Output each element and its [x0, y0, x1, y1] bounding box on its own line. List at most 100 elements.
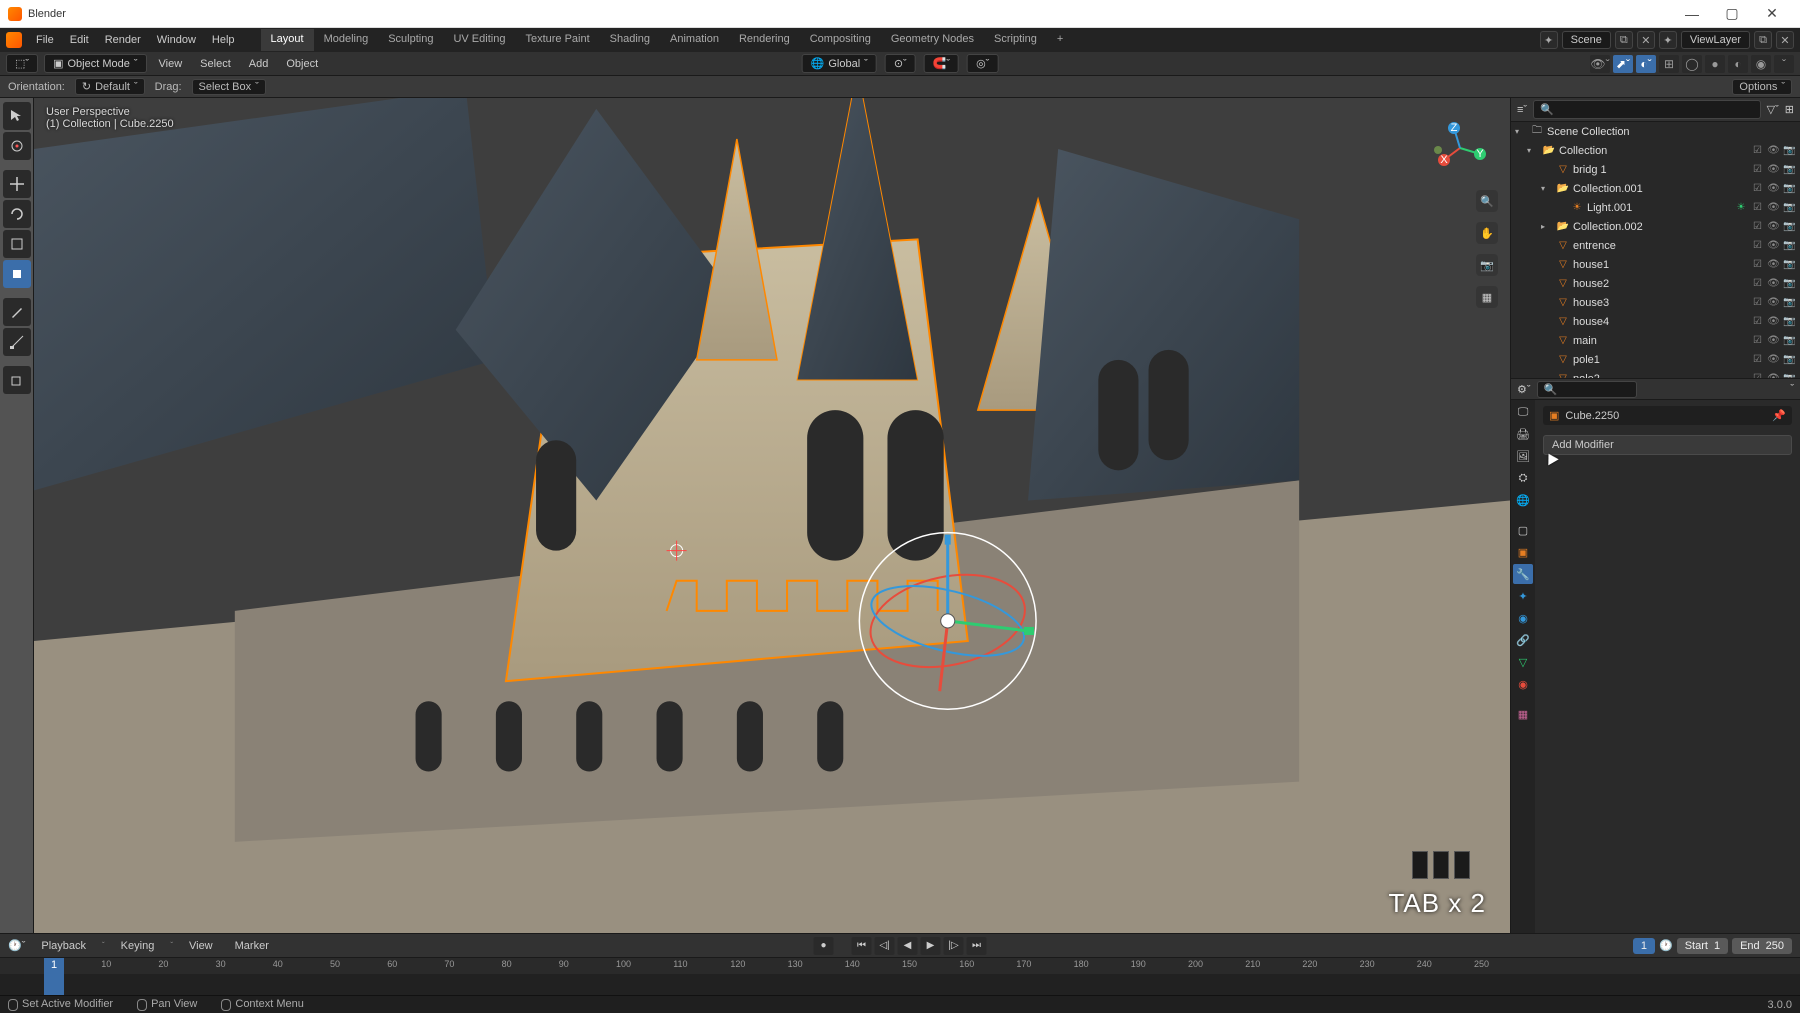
viewlayer-new-button[interactable]: ⧉: [1754, 31, 1772, 49]
move-tool[interactable]: [3, 170, 31, 198]
disable-render-icon[interactable]: 📷: [1783, 315, 1796, 328]
orientation-dropdown[interactable]: ↻ Default ˇ: [75, 78, 145, 95]
hide-viewport-icon[interactable]: 👁: [1767, 163, 1780, 176]
prop-tab-data[interactable]: ▽: [1513, 652, 1533, 672]
disable-render-icon[interactable]: 📷: [1783, 182, 1796, 195]
disable-render-icon[interactable]: 📷: [1783, 296, 1796, 309]
outliner-row[interactable]: ▾📂Collection.001☑👁📷: [1511, 179, 1800, 198]
ws-tab-compositing[interactable]: Compositing: [800, 29, 881, 51]
menu-object[interactable]: Object: [280, 56, 324, 72]
exclude-checkbox[interactable]: ☑: [1751, 277, 1764, 290]
shading-wireframe[interactable]: ◯: [1682, 55, 1702, 73]
gizmo-toggle[interactable]: ⬈ˇ: [1613, 55, 1633, 73]
select-box-tool[interactable]: [3, 102, 31, 130]
hide-viewport-icon[interactable]: 👁: [1767, 182, 1780, 195]
app-icon[interactable]: [6, 32, 22, 48]
properties-options-icon[interactable]: ˇ: [1790, 383, 1794, 395]
play-reverse-button[interactable]: ◀: [898, 937, 918, 955]
prop-tab-scene[interactable]: ⛭: [1513, 468, 1533, 488]
cursor-tool[interactable]: [3, 132, 31, 160]
disable-render-icon[interactable]: 📷: [1783, 239, 1796, 252]
outliner-search-input[interactable]: [1558, 104, 1754, 116]
timeline-playhead[interactable]: 1: [44, 958, 64, 995]
prop-tab-modifier[interactable]: 🔧: [1513, 564, 1533, 584]
ws-tab-texture[interactable]: Texture Paint: [515, 29, 599, 51]
measure-tool[interactable]: [3, 328, 31, 356]
ws-tab-shading[interactable]: Shading: [600, 29, 660, 51]
hide-viewport-icon[interactable]: 👁: [1767, 277, 1780, 290]
prop-tab-output[interactable]: 🖨: [1513, 424, 1533, 444]
ws-tab-add[interactable]: +: [1047, 29, 1073, 51]
exclude-checkbox[interactable]: ☑: [1751, 201, 1764, 214]
prop-tab-collection[interactable]: ▢: [1513, 520, 1533, 540]
keyframe-prev-button[interactable]: ◁|: [875, 937, 895, 955]
ws-tab-rendering[interactable]: Rendering: [729, 29, 800, 51]
drag-dropdown[interactable]: Select Box ˇ: [192, 79, 266, 95]
outliner-row[interactable]: ▽house4☑👁📷: [1511, 312, 1800, 331]
ws-tab-geometry[interactable]: Geometry Nodes: [881, 29, 984, 51]
annotate-tool[interactable]: [3, 298, 31, 326]
exclude-checkbox[interactable]: ☑: [1751, 334, 1764, 347]
outliner-row[interactable]: ▽entrence☑👁📷: [1511, 236, 1800, 255]
3d-viewport[interactable]: User Perspective (1) Collection | Cube.2…: [34, 98, 1510, 933]
add-cube-tool[interactable]: [3, 366, 31, 394]
exclude-checkbox[interactable]: ☑: [1751, 258, 1764, 271]
play-button[interactable]: ▶: [921, 937, 941, 955]
keyframe-next-button[interactable]: |▷: [944, 937, 964, 955]
disable-render-icon[interactable]: 📷: [1783, 220, 1796, 233]
hide-viewport-icon[interactable]: 👁: [1767, 334, 1780, 347]
disable-render-icon[interactable]: 📷: [1783, 144, 1796, 157]
navigation-gizmo[interactable]: X Y Z: [1430, 118, 1490, 178]
timeline-menu-keying[interactable]: Keying: [115, 938, 161, 954]
timeline-editor-icon[interactable]: 🕐ˇ: [8, 939, 25, 952]
disable-render-icon[interactable]: 📷: [1783, 277, 1796, 290]
menu-window[interactable]: Window: [149, 31, 204, 49]
use-preview-range-icon[interactable]: 🕐: [1659, 939, 1673, 952]
maximize-button[interactable]: ▢: [1712, 5, 1752, 22]
menu-file[interactable]: File: [28, 31, 62, 49]
end-frame-field[interactable]: End 250: [1732, 938, 1792, 954]
properties-breadcrumb[interactable]: ▣ Cube.2250 📌: [1543, 406, 1792, 425]
hide-viewport-icon[interactable]: 👁: [1767, 258, 1780, 271]
hide-viewport-icon[interactable]: 👁: [1767, 315, 1780, 328]
auto-keying-toggle[interactable]: ●: [814, 937, 834, 955]
outliner-row[interactable]: ▾📂Collection☑👁📷: [1511, 141, 1800, 160]
disable-render-icon[interactable]: 📷: [1783, 334, 1796, 347]
prop-tab-world[interactable]: 🌐: [1513, 490, 1533, 510]
menu-view[interactable]: View: [153, 56, 189, 72]
timeline-menu-marker[interactable]: Marker: [229, 938, 275, 954]
prop-tab-material[interactable]: ◉: [1513, 674, 1533, 694]
exclude-checkbox[interactable]: ☑: [1751, 296, 1764, 309]
jump-end-button[interactable]: ⏭: [967, 937, 987, 955]
timeline-menu-view[interactable]: View: [183, 938, 219, 954]
visibility-filter-icon[interactable]: 👁ˇ: [1590, 55, 1610, 73]
timeline-track[interactable]: 1102030405060708090100110120130140150160…: [0, 957, 1800, 995]
scale-tool[interactable]: [3, 230, 31, 258]
hide-viewport-icon[interactable]: 👁: [1767, 353, 1780, 366]
start-frame-field[interactable]: Start 1: [1677, 938, 1728, 954]
scene-delete-button[interactable]: ✕: [1637, 31, 1655, 49]
prop-tab-view[interactable]: 🖼: [1513, 446, 1533, 466]
expand-toggle[interactable]: ▸: [1541, 222, 1553, 231]
scene-new-button[interactable]: ⧉: [1615, 31, 1633, 49]
ws-tab-modeling[interactable]: Modeling: [314, 29, 379, 51]
outliner-row[interactable]: ▽house3☑👁📷: [1511, 293, 1800, 312]
outliner-row[interactable]: ▽bridg 1☑👁📷: [1511, 160, 1800, 179]
exclude-checkbox[interactable]: ☑: [1751, 163, 1764, 176]
outliner-row[interactable]: ☀Light.001☀☑👁📷: [1511, 198, 1800, 217]
disable-render-icon[interactable]: 📷: [1783, 258, 1796, 271]
add-modifier-button[interactable]: Add Modifier: [1543, 435, 1792, 455]
outliner-tree[interactable]: ▾🗀 Scene Collection ▾📂Collection☑👁📷▽brid…: [1511, 122, 1800, 378]
menu-render[interactable]: Render: [97, 31, 149, 49]
zoom-icon[interactable]: 🔍: [1476, 190, 1498, 212]
hide-viewport-icon[interactable]: 👁: [1767, 296, 1780, 309]
outliner-editor-icon[interactable]: ≡ˇ: [1517, 104, 1527, 116]
timeline-ruler[interactable]: 1102030405060708090100110120130140150160…: [0, 958, 1800, 974]
transform-orientation-dropdown[interactable]: 🌐Globalˇ: [802, 54, 877, 73]
minimize-button[interactable]: —: [1672, 6, 1712, 22]
scene-browse-icon[interactable]: ✦: [1540, 31, 1558, 49]
proportional-toggle[interactable]: ◎ˇ: [967, 54, 998, 73]
hide-viewport-icon[interactable]: 👁: [1767, 201, 1780, 214]
current-frame-field[interactable]: 1: [1633, 938, 1655, 954]
prop-tab-particle[interactable]: ✦: [1513, 586, 1533, 606]
